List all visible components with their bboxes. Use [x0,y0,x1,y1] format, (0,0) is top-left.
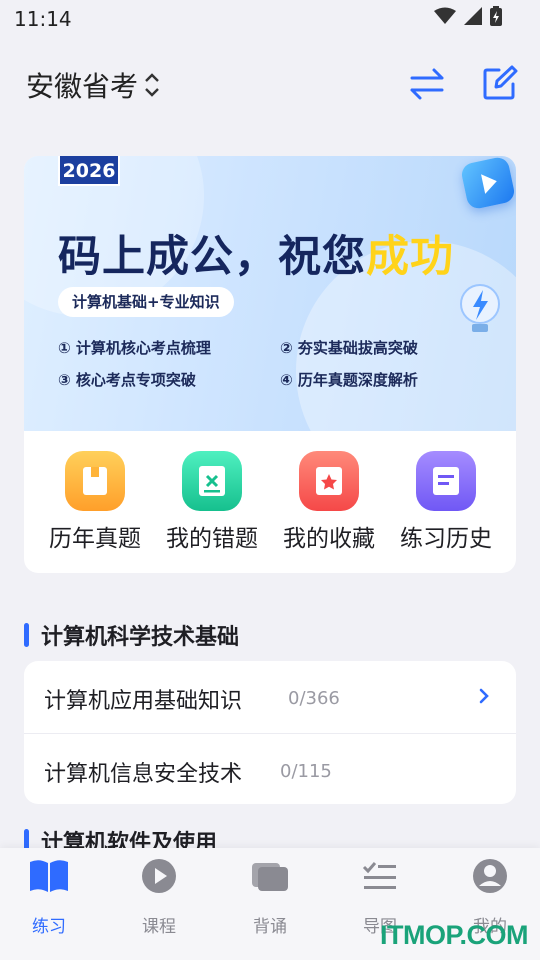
nav-label: 课程 [142,917,176,937]
status-bar: 11:14 [0,0,540,38]
banner-year-badge: 2026 [58,156,120,186]
play-logo-icon [459,156,516,211]
status-icons [434,6,502,26]
banner-point: ③ 核心考点专项突破 [58,371,196,389]
wrong-questions-icon [182,451,242,511]
mindmap-icon [362,862,396,889]
battery-icon [490,6,502,26]
banner-title-highlight: 成功 [366,232,454,282]
nav-tab-practice[interactable]: 练习 [0,854,103,937]
banner-subject-pill: 计算机基础+专业知识 [58,287,234,317]
banner-point: ② 夯实基础拔高突破 [280,339,418,357]
cards-icon [252,863,288,891]
promo-banner[interactable]: 2026 码上成公，祝您成功 计算机基础+专业知识 ① 计算机核心考点梳理 ② … [24,156,516,431]
list-item[interactable]: 计算机信息安全技术 0/115 [24,733,516,804]
past-exams-icon [65,451,125,511]
chapter-progress: 0/366 [288,688,340,709]
chapter-progress: 0/115 [280,761,332,782]
nav-tab-courses[interactable]: 课程 [105,854,213,937]
section-accent-bar [24,623,29,647]
section-header: 计算机科学技术基础 [24,620,239,650]
chapter-list: 计算机应用基础知识 0/366 计算机信息安全技术 0/115 [24,661,516,804]
chapter-name: 计算机应用基础知识 [44,689,243,714]
profile-icon [473,859,507,893]
quick-actions: 历年真题 我的错题 我的收藏 练习历史 [24,451,516,561]
banner-point: ④ 历年真题深度解析 [280,371,418,389]
quick-action-past-exams[interactable]: 历年真题 [36,451,154,553]
chevron-right-icon[interactable] [476,687,492,705]
practice-history-icon [416,451,476,511]
wifi-icon [434,7,456,24]
switch-arrows-icon[interactable] [408,67,446,101]
nav-label: 练习 [32,917,66,937]
quick-action-practice-history[interactable]: 练习历史 [387,451,505,553]
region-selector[interactable]: 安徽省考 [26,65,160,105]
chapter-name: 计算机信息安全技术 [44,762,243,787]
cellular-signal-icon [464,7,482,25]
nav-label: 背诵 [253,917,287,937]
quick-action-wrong-questions[interactable]: 我的错题 [153,451,271,553]
section-title: 计算机科学技术基础 [41,625,240,650]
nav-tab-recite[interactable]: 背诵 [216,854,324,937]
book-icon [30,860,68,892]
quick-action-label: 我的错题 [166,526,258,552]
status-time: 11:14 [14,7,72,31]
banner-title: 码上成公，祝您成功 [58,222,454,284]
chevron-up-down-icon [145,73,159,97]
quick-action-label: 我的收藏 [283,526,375,552]
edit-icon[interactable] [482,65,518,101]
watermark: ITMOP.COM [380,920,529,950]
lightbulb-icon [460,284,500,332]
banner-title-main: 码上成公，祝您 [58,232,366,282]
region-label: 安徽省考 [26,70,139,103]
play-icon [142,859,176,893]
header: 安徽省考 [0,55,540,115]
main-card: 2026 码上成公，祝您成功 计算机基础+专业知识 ① 计算机核心考点梳理 ② … [24,156,516,573]
banner-point: ① 计算机核心考点梳理 [58,339,211,357]
list-item[interactable]: 计算机应用基础知识 0/366 [24,661,516,732]
quick-action-label: 历年真题 [49,526,141,552]
quick-action-label: 练习历史 [400,526,492,552]
quick-action-favorites[interactable]: 我的收藏 [270,451,388,553]
favorites-icon [299,451,359,511]
